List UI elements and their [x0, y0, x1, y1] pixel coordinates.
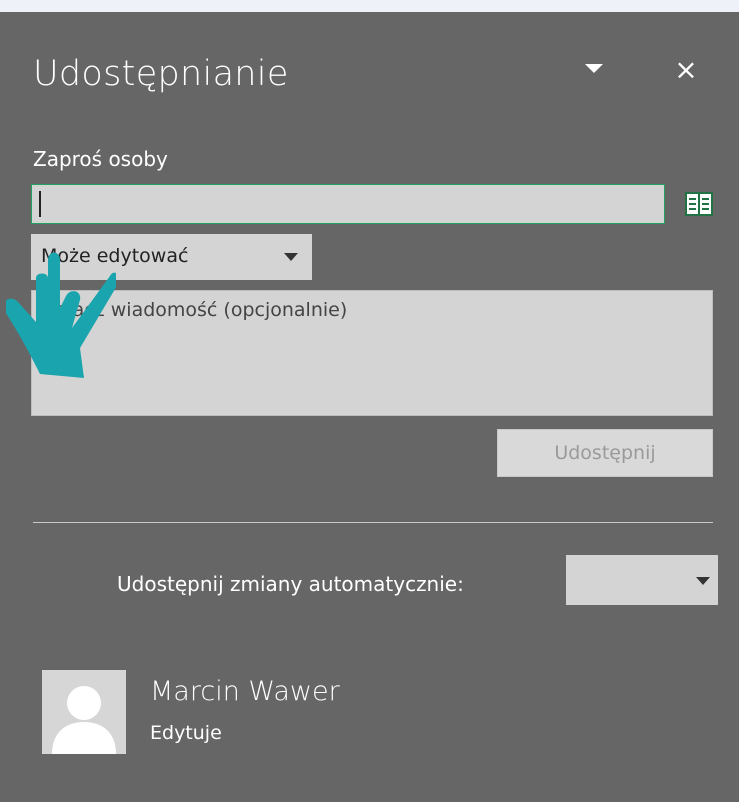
pane-options-dropdown-icon[interactable]: [585, 64, 603, 73]
message-placeholder: Dołącz wiadomość (opcjonalnie): [41, 299, 348, 321]
user-permission: Edytuje: [150, 722, 222, 744]
share-pane: Udostępnianie × Zaproś osoby Może edytow…: [0, 12, 739, 802]
user-name: Marcin Wawer: [150, 676, 340, 707]
text-caret: [39, 191, 41, 217]
message-textarea[interactable]: Dołącz wiadomość (opcjonalnie): [31, 290, 713, 416]
invite-people-input[interactable]: [31, 184, 665, 224]
permission-selected-value: Może edytować: [41, 245, 189, 267]
chevron-down-icon: [696, 577, 710, 585]
auto-share-label: Udostępnij zmiany automatycznie:: [117, 572, 464, 596]
address-book-icon[interactable]: [685, 190, 713, 218]
invite-people-label: Zaproś osoby: [33, 147, 168, 171]
chevron-down-icon: [284, 253, 298, 261]
pane-title: Udostępnianie: [33, 54, 289, 94]
person-silhouette-icon: [52, 686, 116, 754]
divider: [33, 522, 713, 523]
auto-share-dropdown[interactable]: [566, 555, 718, 605]
avatar: [42, 670, 126, 754]
share-button[interactable]: Udostępnij: [497, 429, 713, 477]
permission-dropdown[interactable]: Może edytować: [31, 234, 312, 280]
close-icon[interactable]: ×: [672, 56, 700, 84]
